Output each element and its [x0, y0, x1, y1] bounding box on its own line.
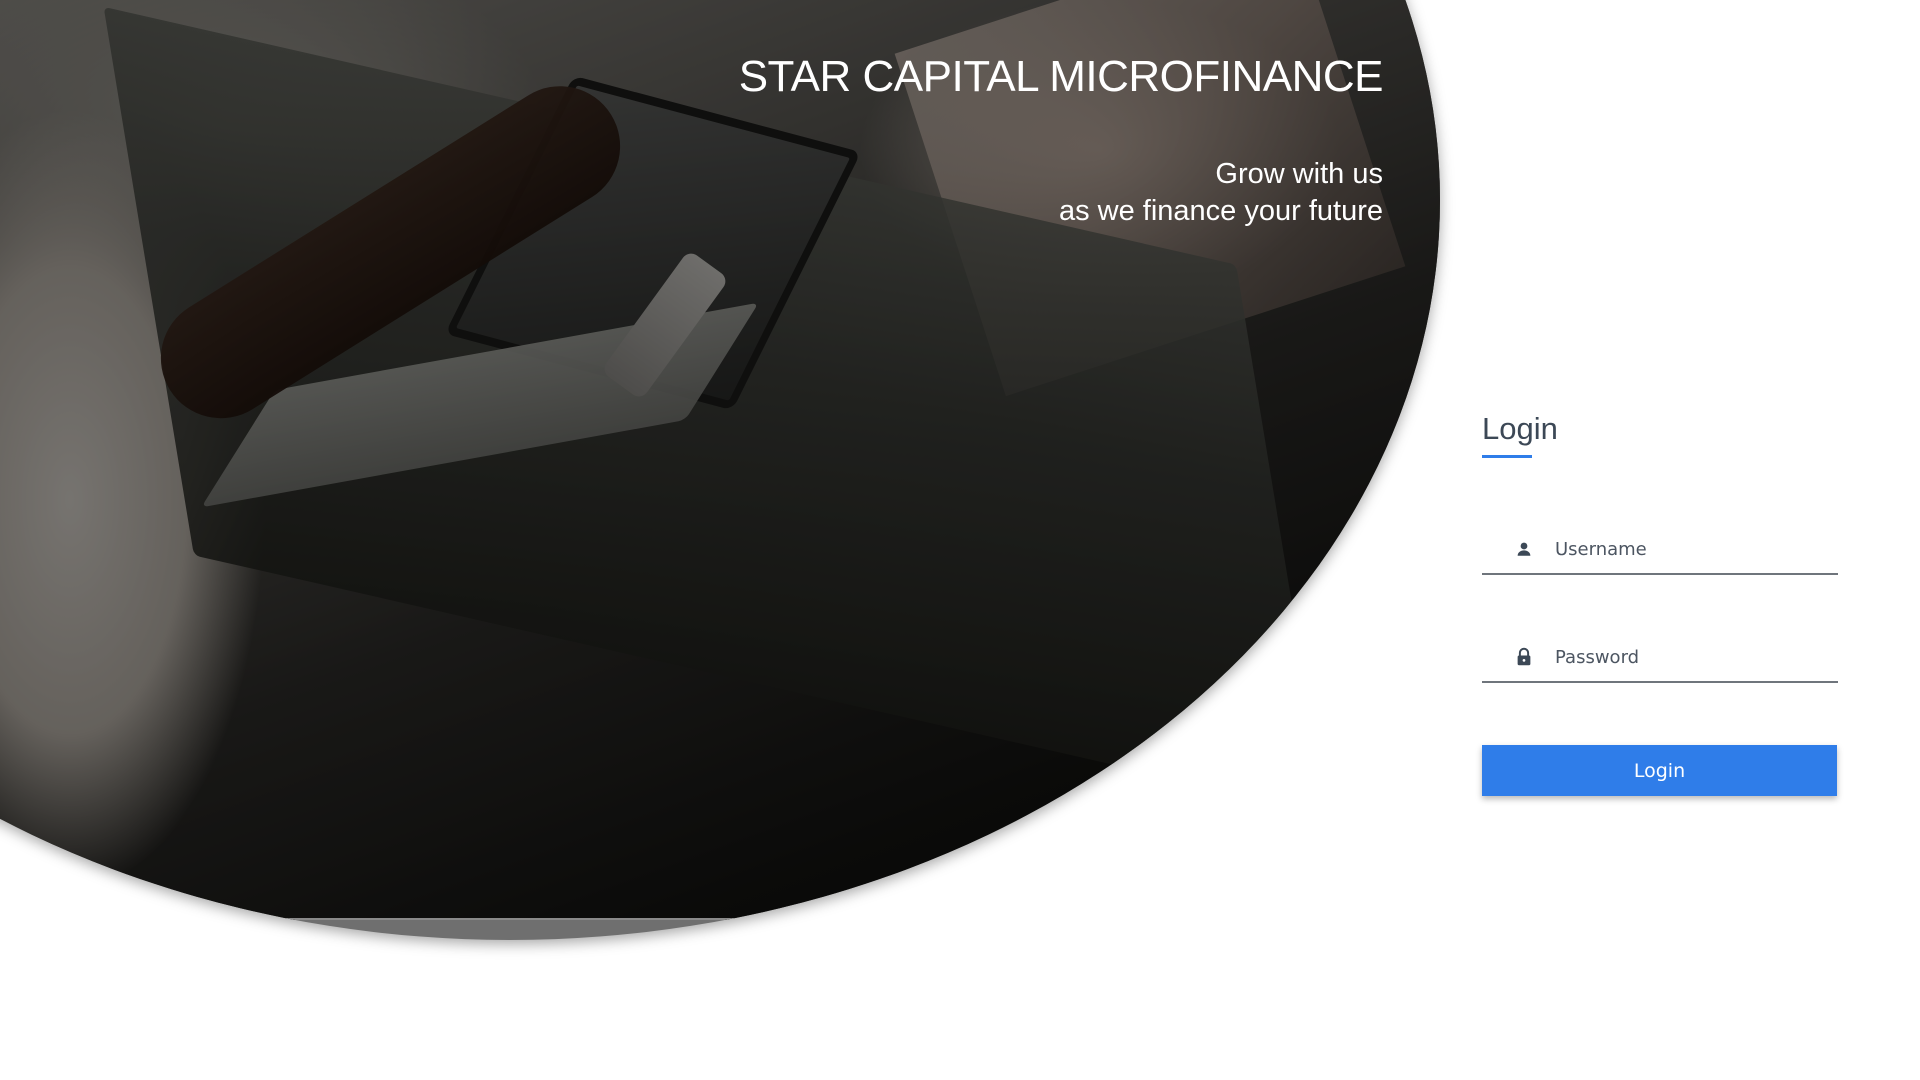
- hero-photo: [0, 0, 1440, 920]
- hero-dark-overlay: [0, 0, 1440, 920]
- login-heading-underline: [1482, 455, 1532, 458]
- login-page: STAR CAPITAL MICROFINANCE Grow with us a…: [0, 0, 1920, 1080]
- hero-bottom-strip: [0, 918, 1440, 920]
- tagline-line-2: as we finance your future: [1058, 195, 1383, 227]
- login-heading: Login: [1482, 411, 1558, 446]
- tagline-line-1: Grow with us: [1215, 158, 1383, 190]
- login-button[interactable]: Login: [1482, 745, 1837, 796]
- password-input[interactable]: [1555, 646, 1825, 668]
- password-field[interactable]: [1482, 633, 1838, 683]
- username-field[interactable]: [1482, 525, 1838, 575]
- person-icon: [1513, 538, 1535, 560]
- hero-image-circle: [0, 0, 1440, 940]
- brand-tagline: Grow with us as we finance your future: [1059, 156, 1383, 230]
- lock-icon: [1513, 646, 1535, 668]
- login-form: Login Login: [1482, 410, 1842, 796]
- username-input[interactable]: [1555, 538, 1825, 560]
- brand-title: STAR CAPITAL MICROFINANCE: [738, 52, 1384, 101]
